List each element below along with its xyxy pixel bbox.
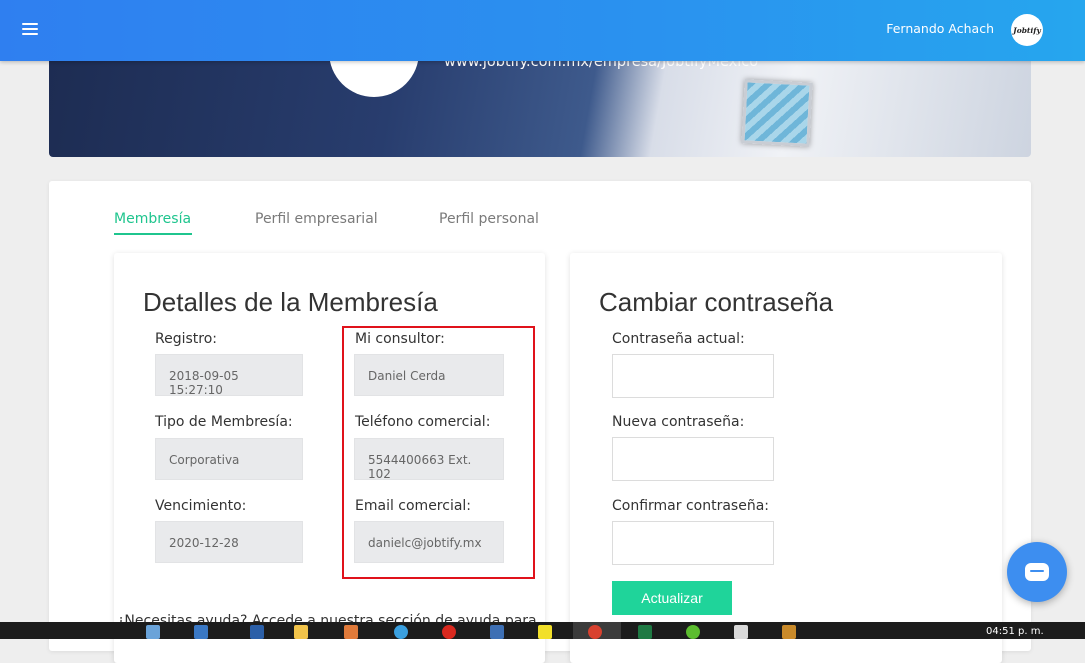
confirm-password-label: Confirmar contraseña: [612,498,770,514]
new-password-input[interactable] [612,437,774,481]
app-icon-orange[interactable] [344,625,358,639]
vencimiento-label: Vencimiento: [155,498,247,514]
password-title: Cambiar contraseña [599,287,834,317]
chrome-app-icon[interactable] [588,625,602,639]
top-navbar: Fernando Achach Jobtify [0,0,1085,61]
taskbar-clock: 04:51 p. m. [986,626,1044,637]
user-name[interactable]: Fernando Achach [886,21,994,36]
chat-widget-button[interactable] [1007,542,1067,602]
hamburger-menu-icon[interactable] [22,23,38,37]
current-password-input[interactable] [612,354,774,398]
tipo-membresia-label: Tipo de Membresía: [155,414,293,430]
chat-icon [1025,563,1049,581]
new-password-label: Nueva contraseña: [612,414,745,430]
app-icon-gray[interactable] [734,625,748,639]
app-icon-amber[interactable] [782,625,796,639]
notes-app-icon[interactable] [538,625,552,639]
taskview-icon[interactable] [146,625,160,639]
current-password-label: Contraseña actual: [612,331,745,347]
account-card: Membresía Perfil empresarial Perfil pers… [49,181,1031,663]
os-taskbar: 04:51 p. m. [0,622,1085,639]
update-password-button[interactable]: Actualizar [612,581,732,615]
company-avatar[interactable]: Jobtify [1011,14,1043,46]
banner-cufflink-image [741,79,813,147]
explorer-app-icon[interactable] [194,625,208,639]
vencimiento-field: 2020-12-28 [155,521,303,563]
tab-perfil-personal[interactable]: Perfil personal [439,211,539,227]
active-tab-indicator [114,233,192,235]
tab-perfil-empresarial[interactable]: Perfil empresarial [255,211,378,227]
opera-app-icon[interactable] [442,625,456,639]
folder-app-icon[interactable] [294,625,308,639]
app-icon-green[interactable] [686,625,700,639]
tab-membresia[interactable]: Membresía [114,211,191,227]
browser-app-icon[interactable] [394,625,408,639]
confirm-password-input[interactable] [612,521,774,565]
store-app-icon[interactable] [250,625,264,639]
app-icon-blue[interactable] [490,625,504,639]
registro-field: 2018-09-05 15:27:10 [155,354,303,397]
excel-app-icon[interactable] [638,625,652,639]
tipo-membresia-field: Corporativa [155,438,303,480]
registro-label: Registro: [155,331,218,347]
consultant-highlight-box [342,326,535,579]
membership-title: Detalles de la Membresía [143,287,438,317]
